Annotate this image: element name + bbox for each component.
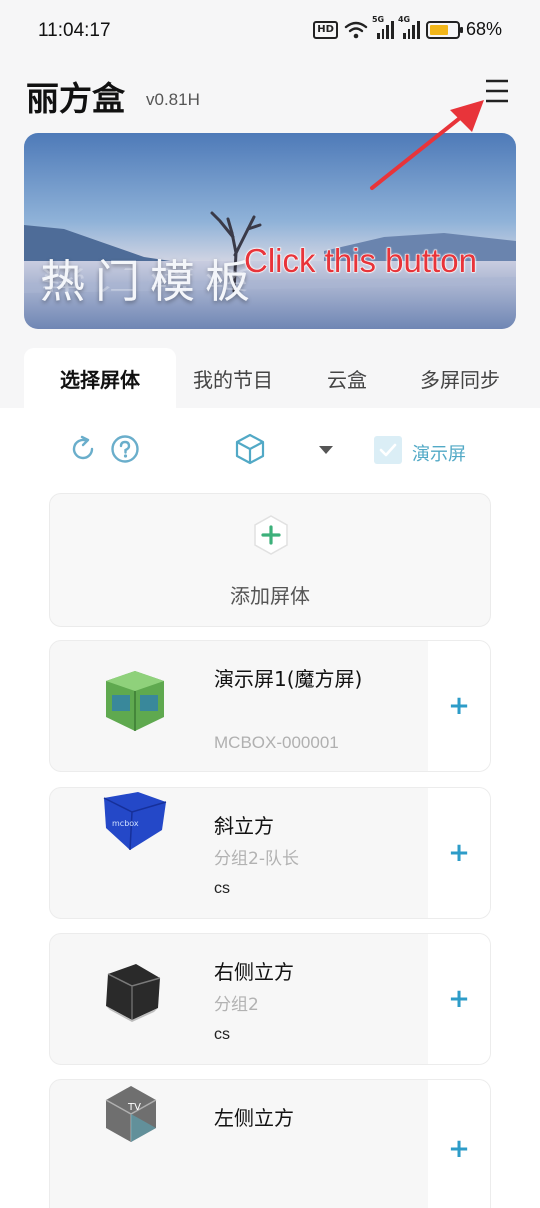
black-cube-icon	[106, 964, 161, 1022]
help-icon[interactable]	[110, 434, 140, 464]
add-screen-card[interactable]: 添加屏体	[49, 493, 491, 627]
svg-text:mcbox: mcbox	[112, 819, 139, 828]
add-hexagon-icon	[254, 515, 288, 555]
status-time: 11:04:17	[38, 20, 111, 41]
tab-select-screen[interactable]: 选择屏体	[24, 348, 176, 408]
tab-bar: 选择屏体 我的节目 云盒 多屏同步	[24, 348, 516, 408]
device-card[interactable]: 右侧立方 分组2 cs +	[49, 933, 491, 1065]
app-version: v0.81H	[146, 90, 200, 109]
caret-down-icon[interactable]	[318, 445, 334, 455]
tv-cube-icon: TV	[105, 1086, 157, 1142]
device-add-button[interactable]: +	[428, 934, 490, 1064]
device-card[interactable]: 演示屏1(魔方屏) MCBOX-000001 +	[49, 640, 491, 772]
toolbar: 演示屏	[0, 424, 540, 478]
wifi-icon	[344, 21, 368, 38]
app-title: 丽方盒	[26, 79, 125, 118]
device-group: 分组2-队长	[214, 849, 299, 869]
annotation-arrow-icon	[370, 100, 484, 190]
svg-text:TV: TV	[127, 1102, 141, 1113]
device-card[interactable]: TV 左侧立方 +	[49, 1079, 491, 1208]
add-screen-label: 添加屏体	[230, 584, 310, 608]
tab-my-programs[interactable]: 我的节目	[176, 348, 290, 408]
signal-4g-icon: 4G	[398, 15, 420, 39]
device-name: 右侧立方	[214, 960, 294, 984]
banner-title-reflection: 热门模板	[40, 264, 261, 294]
device-code: MCBOX-000001	[214, 733, 339, 752]
status-bar: 11:04:17 HD 5G 4G 68%	[0, 0, 540, 64]
device-name: 左侧立方	[214, 1106, 294, 1130]
device-name: 演示屏1(魔方屏)	[214, 667, 363, 691]
device-name: 斜立方	[214, 814, 274, 838]
device-add-button[interactable]: +	[428, 641, 490, 771]
tab-cloud-box[interactable]: 云盒	[290, 348, 404, 408]
cube-icon[interactable]	[234, 432, 266, 466]
check-icon	[379, 443, 397, 457]
annotation-label: Click this button	[244, 242, 478, 280]
device-group: 分组2	[214, 995, 259, 1015]
tab-multi-screen-sync[interactable]: 多屏同步	[404, 348, 516, 408]
battery-icon	[425, 20, 463, 39]
device-add-button[interactable]: +	[428, 788, 490, 918]
hd-icon: HD	[313, 20, 338, 39]
blue-cube-icon: mcbox	[103, 792, 167, 851]
demo-screen-label: 演示屏	[412, 444, 466, 465]
device-add-button[interactable]: +	[428, 1080, 490, 1208]
battery-fill	[429, 24, 448, 35]
device-card[interactable]: mcbox 斜立方 分组2-队长 cs +	[49, 787, 491, 919]
battery-percent: 68%	[465, 19, 502, 39]
device-note: cs	[214, 1026, 230, 1043]
refresh-icon[interactable]	[68, 434, 98, 464]
green-cube-icon	[106, 671, 164, 731]
status-icons: HD 5G 4G 68%	[313, 15, 502, 40]
signal-5g-icon: 5G	[372, 15, 394, 39]
demo-screen-checkbox[interactable]	[374, 436, 402, 464]
device-note: cs	[214, 880, 230, 897]
